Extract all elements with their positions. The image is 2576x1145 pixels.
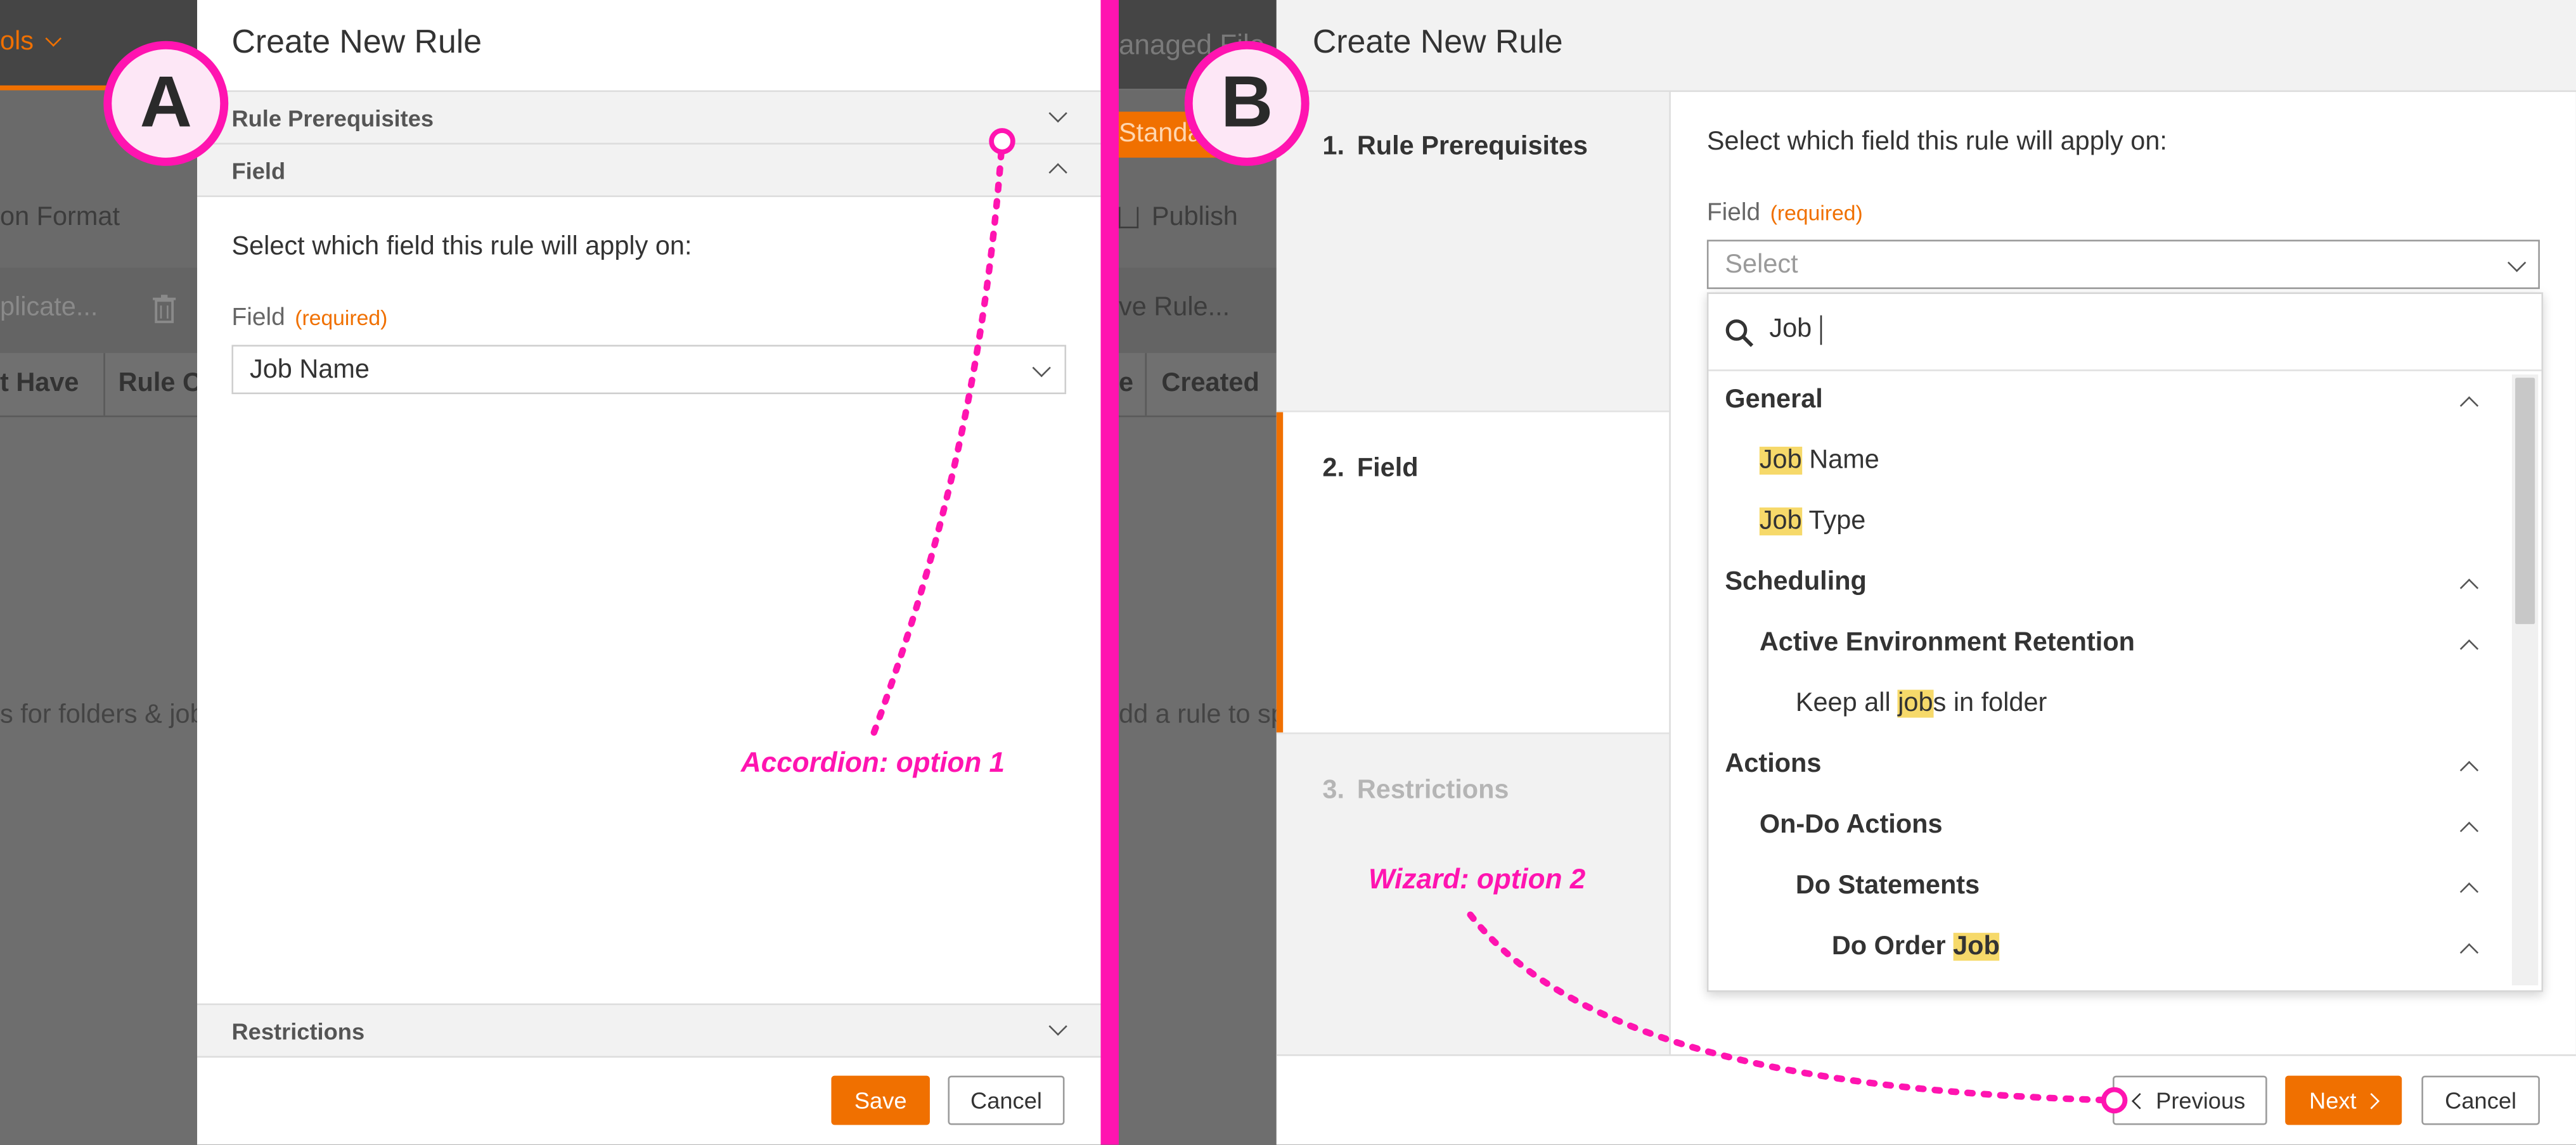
annotation-wizard: Wizard: option 2 bbox=[1368, 864, 1586, 895]
badge-option-a: A bbox=[103, 41, 229, 166]
comparison-canvas: ols on Format plicate... t Have Rule Co … bbox=[0, 0, 2576, 1145]
accordion-annotation-dot bbox=[989, 128, 1015, 155]
wizard-annotation-arrow bbox=[1467, 911, 2116, 1104]
annotation-accordion: Accordion: option 1 bbox=[740, 747, 1005, 779]
accordion-annotation-arrow bbox=[870, 138, 1006, 736]
badge-option-b: B bbox=[1184, 41, 1310, 166]
annotation-arrows bbox=[870, 128, 2128, 1114]
wizard-annotation-dot bbox=[2101, 1087, 2128, 1114]
